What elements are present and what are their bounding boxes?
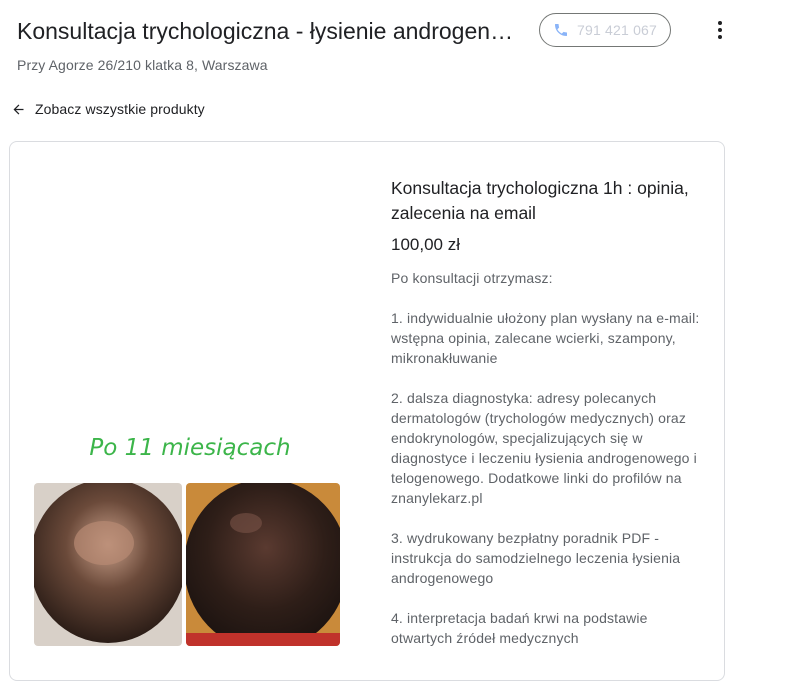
- description-paragraph: 4. interpretacja badań krwi na podstawie…: [391, 610, 648, 646]
- product-card: Po 11 miesiącach Konsultacja trychologic…: [9, 141, 725, 681]
- more-vert-icon: [718, 21, 722, 39]
- call-button[interactable]: 791 421 067: [539, 13, 671, 47]
- description-paragraph: 3. wydrukowany bezpłatny poradnik PDF - …: [391, 530, 681, 586]
- phone-number: 791 421 067: [576, 22, 658, 38]
- phone-icon: [553, 22, 569, 38]
- arrow-back-icon: [13, 104, 24, 114]
- product-description: Po konsultacji otrzymasz: 1. indywidualn…: [391, 268, 711, 668]
- description-paragraph: 2. dalsza diagnostyka: adresy polecanych…: [391, 390, 697, 506]
- before-photo: [34, 483, 182, 646]
- more-options-button[interactable]: [708, 18, 732, 42]
- after-photo: [186, 483, 340, 646]
- product-price: 100,00 zł: [391, 235, 460, 254]
- description-paragraph: Po konsultacji otrzymasz:: [391, 270, 553, 286]
- product-image[interactable]: Po 11 miesiącach: [34, 152, 346, 680]
- page-title: Konsultacja trychologiczna - łysienie an…: [17, 18, 517, 44]
- back-link-label: Zobacz wszystkie produkty: [35, 101, 205, 117]
- business-address: Przy Agorze 26/210 klatka 8, Warszawa: [17, 57, 268, 73]
- description-paragraph: 1. indywidualnie ułożony plan wysłany na…: [391, 310, 700, 366]
- view-all-products-link[interactable]: Zobacz wszystkie produkty: [11, 101, 205, 117]
- image-caption: Po 11 miesiącach: [89, 435, 291, 461]
- product-name: Konsultacja trychologiczna 1h : opinia, …: [391, 178, 689, 223]
